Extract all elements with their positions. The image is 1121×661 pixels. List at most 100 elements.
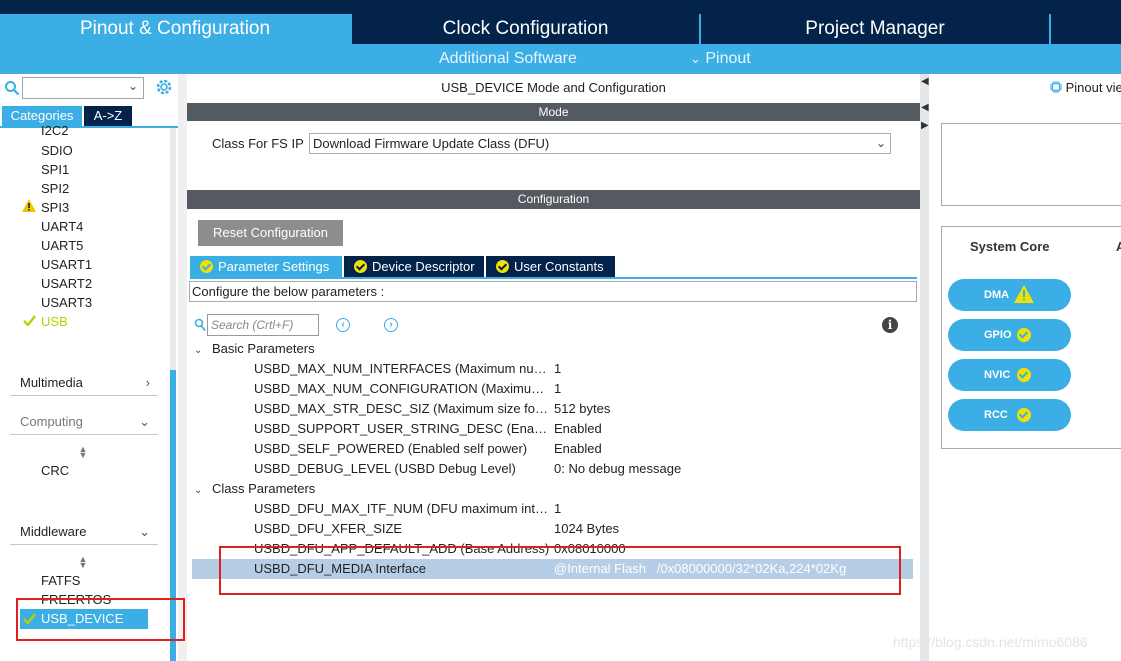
tab-parameter-settings[interactable]: Parameter Settings [190, 256, 342, 277]
param-value: 1 [554, 361, 562, 376]
pinout-view-button[interactable]: Pinout vie [1050, 80, 1121, 96]
param-name: USBD_MAX_STR_DESC_SIZ (Maximum size for … [254, 401, 550, 416]
param-name: USBD_SUPPORT_USER_STRING_DESC (Enable us… [254, 421, 550, 436]
panel-divider[interactable]: ◀ ◀ ▶ [920, 74, 929, 661]
list-item-crc[interactable]: CRC [41, 461, 69, 480]
section-multimedia[interactable]: Multimedia › [10, 372, 158, 396]
table-row[interactable]: USBD_SELF_POWERED (Enabled self power) E… [192, 439, 913, 459]
panel-divider[interactable] [178, 74, 187, 661]
section-multimedia-label: Multimedia [20, 375, 83, 390]
expanded-icon: ⌄ [194, 345, 203, 356]
configuration-header: Configuration [187, 190, 920, 209]
gpio-button[interactable]: GPIO [948, 319, 1071, 351]
nvic-button[interactable]: NVIC [948, 359, 1071, 391]
next-match-icon[interactable]: › [384, 318, 398, 332]
list-item-usb[interactable]: USB [41, 312, 68, 331]
section-computing[interactable]: Computing ⌄ [10, 411, 158, 435]
param-name: USBD_SELF_POWERED (Enabled self power) [254, 441, 528, 456]
tab-device-descriptor[interactable]: Device Descriptor [344, 256, 484, 277]
list-item-uart5[interactable]: UART5 [41, 236, 83, 255]
left-category-panel [0, 74, 178, 661]
list-item-spi3[interactable]: SPI3 [41, 198, 69, 217]
table-row[interactable]: USBD_MAX_NUM_INTERFACES (Maximum number … [192, 359, 913, 379]
pinout-menu[interactable]: ⌄ Pinout [690, 49, 751, 69]
chevron-down-icon: ⌄ [139, 524, 150, 539]
tab-clock-configuration[interactable]: Clock Configuration [352, 14, 699, 44]
category-tab-underline [0, 126, 178, 128]
param-value: Enabled [554, 421, 602, 436]
group-basic-parameters[interactable]: ⌄ Basic Parameters [194, 339, 315, 359]
info-icon[interactable]: i [882, 317, 898, 333]
param-name: USBD_DFU_XFER_SIZE [254, 521, 403, 536]
check-circle-icon [1017, 368, 1031, 382]
pinout-menu-label: Pinout [705, 50, 751, 67]
warning-icon [1014, 285, 1034, 303]
search-icon [5, 81, 20, 96]
table-row[interactable]: USBD_MAX_STR_DESC_SIZ (Maximum size for … [192, 399, 913, 419]
collapse-left-icon[interactable]: ◀ [921, 102, 929, 113]
warning-icon [22, 199, 36, 212]
class-for-fs-ip-select[interactable]: Download Firmware Update Class (DFU) ⌄ [309, 133, 891, 154]
chevron-right-icon: › [145, 375, 150, 390]
chevron-down-icon: ⌄ [139, 414, 150, 429]
highlight-box [16, 598, 185, 641]
rcc-button[interactable]: RCC [948, 399, 1071, 431]
param-name: USBD_MAX_NUM_INTERFACES (Maximum number … [254, 361, 550, 376]
list-item-sdio[interactable]: SDIO [41, 141, 73, 160]
list-item-spi1[interactable]: SPI1 [41, 160, 69, 179]
previous-match-icon[interactable]: ‹ [336, 318, 350, 332]
additional-software-menu[interactable]: Additional Software [439, 49, 577, 69]
tab-pinout-configuration[interactable]: Pinout & Configuration [0, 14, 350, 44]
expand-right-icon[interactable]: ▶ [921, 120, 929, 131]
tab-underline [190, 277, 917, 279]
chevron-down-icon: ⌄ [127, 79, 138, 93]
section-middleware-label: Middleware [20, 524, 87, 539]
search-icon [194, 318, 206, 332]
class-select-value: Download Firmware Update Class (DFU) [313, 136, 550, 151]
section-middleware[interactable]: Middleware ⌄ [10, 521, 158, 545]
group-class-parameters[interactable]: ⌄ Class Parameters [194, 479, 315, 499]
sort-icon[interactable]: ▲ ▼ [78, 555, 88, 570]
dma-button[interactable]: DMA [948, 279, 1071, 311]
list-item-spi2[interactable]: SPI2 [41, 179, 69, 198]
category-search-select[interactable]: ⌄ [22, 77, 144, 99]
param-value: 512 bytes [554, 401, 611, 416]
mode-header: Mode [187, 103, 920, 121]
list-item-uart4[interactable]: UART4 [41, 217, 83, 236]
system-core-heading: System Core [970, 239, 1050, 254]
table-row[interactable]: USBD_DFU_XFER_SIZE 1024 Bytes [192, 519, 913, 539]
chip-icon [1050, 81, 1062, 93]
tab-user-constants[interactable]: User Constants [486, 256, 615, 277]
tab-project-manager[interactable]: Project Manager [701, 14, 1049, 44]
tab-tools[interactable] [1051, 14, 1121, 44]
param-value: 1 [554, 501, 562, 516]
tab-label: Parameter Settings [218, 259, 330, 274]
list-item-i2c2[interactable]: I2C2 [41, 124, 68, 138]
chevron-down-icon: ⌄ [690, 51, 701, 66]
list-item-usart2[interactable]: USART2 [41, 274, 92, 293]
param-name: USBD_MAX_NUM_CONFIGURATION (Maximum numb… [254, 381, 550, 396]
class-for-fs-ip-label: Class For FS IP [212, 136, 304, 151]
parameter-search-input[interactable]: Search (Crtl+F) [207, 314, 319, 336]
table-row[interactable]: USBD_DFU_MAX_ITF_NUM (DFU maximum interf… [192, 499, 913, 519]
system-heading-truncated: A [1116, 239, 1121, 254]
param-value: Enabled [554, 441, 602, 456]
tab-label: User Constants [514, 259, 604, 274]
table-row[interactable]: USBD_SUPPORT_USER_STRING_DESC (Enable us… [192, 419, 913, 439]
param-value: 1 [554, 381, 562, 396]
section-computing-label: Computing [20, 414, 83, 429]
reset-configuration-button[interactable]: Reset Configuration [198, 220, 343, 246]
tab-categories[interactable]: Categories [2, 106, 82, 126]
list-item-fatfs[interactable]: FATFS [41, 571, 80, 590]
list-item-usart1[interactable]: USART1 [41, 255, 92, 274]
sort-icon[interactable]: ▲ ▼ [78, 445, 88, 460]
gear-icon[interactable] [154, 77, 174, 97]
list-item-usart3[interactable]: USART3 [41, 293, 92, 312]
panel-title: USB_DEVICE Mode and Configuration [441, 80, 666, 95]
tab-label: Device Descriptor [372, 259, 475, 274]
tab-a-to-z[interactable]: A->Z [84, 106, 132, 126]
table-row[interactable]: USBD_DEBUG_LEVEL (USBD Debug Level) 0: N… [192, 459, 913, 479]
table-row[interactable]: USBD_MAX_NUM_CONFIGURATION (Maximum numb… [192, 379, 913, 399]
collapse-left-icon[interactable]: ◀ [921, 76, 929, 87]
check-circle-icon [496, 260, 509, 273]
